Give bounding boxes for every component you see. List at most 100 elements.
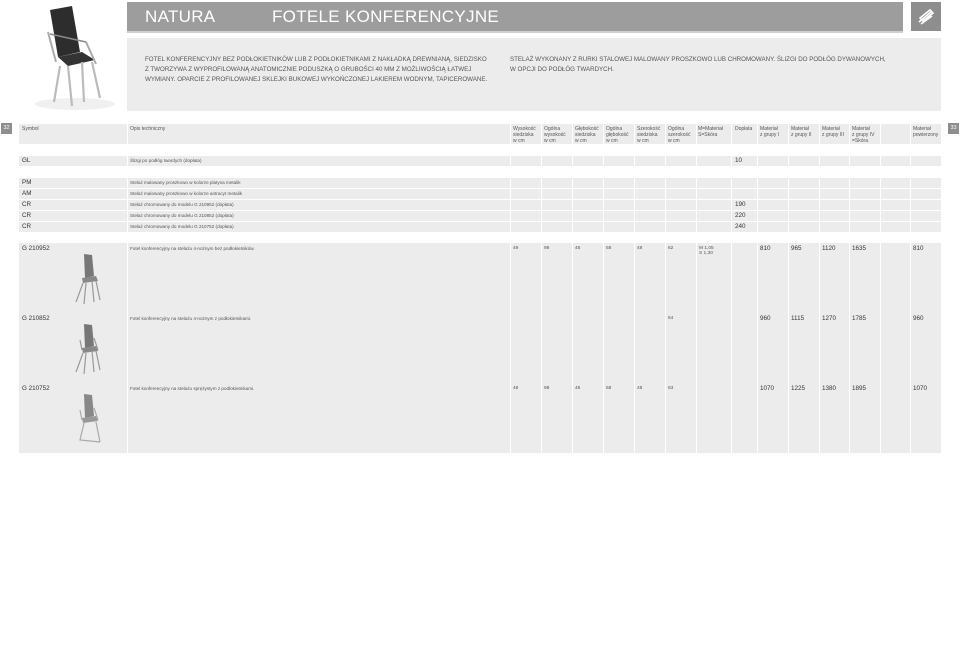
column-separator bbox=[757, 124, 758, 454]
product-symbol: G 210852 bbox=[22, 315, 50, 322]
total-width: 62 bbox=[668, 246, 674, 251]
col-total-depth: Ogólna głębokość w cm bbox=[606, 126, 629, 144]
total-height: 98 bbox=[544, 386, 550, 391]
seat-width: 48 bbox=[637, 386, 643, 391]
column-separator bbox=[541, 124, 542, 454]
price-group-1: 1070 bbox=[760, 385, 775, 392]
row-symbol: CR bbox=[22, 223, 32, 230]
column-separator bbox=[731, 124, 732, 454]
chair-icon bbox=[70, 322, 106, 376]
price-group-4: 1635 bbox=[852, 245, 867, 252]
row-description: Stelaż chromowany do modelu G 210952 (do… bbox=[130, 202, 234, 207]
col-group-2: Materiał z grupy II bbox=[791, 126, 812, 138]
seat-width: 48 bbox=[637, 246, 643, 251]
series-title: NATURA bbox=[145, 7, 216, 26]
row-symbol: AM bbox=[22, 190, 32, 197]
column-separator bbox=[634, 124, 635, 454]
col-seat-height: Wysokość siedziska w cm bbox=[513, 126, 536, 144]
seat-depth: 45 bbox=[575, 386, 581, 391]
price-supplied: 810 bbox=[913, 245, 924, 252]
column-separator bbox=[510, 124, 511, 454]
description-right: STELAŻ WYKONANY Z RURKI STALOWEJ MALOWAN… bbox=[510, 55, 910, 75]
column-separator bbox=[849, 124, 850, 454]
col-surcharge: Dopłata bbox=[735, 126, 753, 132]
row-symbol: CR bbox=[22, 201, 32, 208]
chair-icon bbox=[70, 252, 106, 306]
header-divider bbox=[127, 31, 903, 33]
row-description: Ślizgi po podłóg twardych (dopłata) bbox=[130, 158, 202, 163]
seat-depth: 45 bbox=[575, 246, 581, 251]
col-supplied-material: Materiał powierzony bbox=[913, 126, 939, 138]
column-separator bbox=[819, 124, 820, 454]
product-row bbox=[19, 383, 941, 453]
column-separator bbox=[665, 124, 666, 454]
material-leather-factor: M 1,05 S 1,30 bbox=[699, 246, 714, 256]
desc-line: Z TWORZYWA Z WYPROFILOWANĄ ANATOMICZNIE … bbox=[145, 66, 472, 73]
col-group-3: Materiał z grupy III bbox=[822, 126, 844, 138]
total-height: 98 bbox=[544, 246, 550, 251]
logo-badge bbox=[911, 2, 941, 31]
row-description: Stelaż malowany proszkowo w kolorze plat… bbox=[130, 180, 241, 185]
col-description: Opis techniczny bbox=[130, 126, 166, 132]
price-group-2: 1115 bbox=[791, 315, 805, 322]
column-separator bbox=[572, 124, 573, 454]
desc-line: W OPCJI DO PODŁÓG TWARDYCH. bbox=[510, 66, 614, 73]
price-group-4: 1785 bbox=[852, 315, 867, 322]
product-description: Fotel konferencyjny na stelażu sprężysty… bbox=[130, 386, 255, 391]
price-group-2: 965 bbox=[791, 245, 802, 252]
col-group-4: Materiał z grupy IV =Skóra bbox=[852, 126, 875, 144]
row-description: Stelaż chromowany do modelu G 210752 (do… bbox=[130, 224, 234, 229]
desc-line: FOTEL KONFERENCYJNY BEZ PODŁOKIETNIKÓW L… bbox=[145, 56, 487, 63]
column-separator bbox=[127, 124, 128, 454]
col-total-height: Ogólna wysokość w cm bbox=[544, 126, 566, 144]
column-separator bbox=[788, 124, 789, 454]
desc-line: STELAŻ WYKONANY Z RURKI STALOWEJ MALOWAN… bbox=[510, 56, 886, 63]
row-symbol: PM bbox=[22, 179, 32, 186]
chair-icon bbox=[70, 392, 106, 446]
row-symbol: GL bbox=[22, 157, 31, 164]
product-row bbox=[19, 243, 941, 313]
product-description: Fotel konferencyjny na stelażu 4-nożnym … bbox=[130, 246, 255, 251]
col-total-width: Ogólna szerokość w cm bbox=[668, 126, 691, 144]
col-symbol: Symbol bbox=[22, 126, 39, 132]
price-group-1: 960 bbox=[760, 315, 771, 322]
s-logo-icon bbox=[918, 8, 935, 25]
seat-height: 49 bbox=[513, 246, 519, 251]
column-separator bbox=[880, 124, 881, 454]
hero-chair-image bbox=[20, 2, 120, 112]
total-width: 63 bbox=[668, 386, 674, 391]
col-group-1: Materiał z grupy I bbox=[760, 126, 780, 138]
row-surcharge: 220 bbox=[735, 212, 746, 219]
price-group-3: 1270 bbox=[822, 315, 837, 322]
page-number-right: 33 bbox=[948, 123, 959, 134]
price-group-4: 1895 bbox=[852, 385, 867, 392]
row-surcharge: 190 bbox=[735, 201, 746, 208]
product-row bbox=[19, 313, 941, 383]
row-symbol: CR bbox=[22, 212, 32, 219]
row-description: Stelaż chromowany do modelu G 210852 (do… bbox=[130, 213, 234, 218]
header-bar bbox=[127, 2, 903, 31]
row-description: Stelaż malowany proszkowo w kolorze antr… bbox=[130, 191, 243, 196]
price-supplied: 1070 bbox=[913, 385, 928, 392]
column-separator bbox=[910, 124, 911, 454]
row-surcharge: 240 bbox=[735, 223, 746, 230]
total-depth: 58 bbox=[606, 386, 612, 391]
product-symbol: G 210752 bbox=[22, 385, 50, 392]
page-number-left: 32 bbox=[1, 123, 12, 134]
col-material-leather: M=Materiał S=Skóra bbox=[698, 126, 723, 138]
desc-line: WYMIANY. OPARCIE Z PROFILOWANEJ SKLEJKI … bbox=[145, 76, 488, 83]
column-separator bbox=[696, 124, 697, 454]
col-seat-depth: Głębokość siedziska w cm bbox=[575, 126, 599, 144]
row-surcharge: 10 bbox=[735, 157, 743, 164]
total-width: 64 bbox=[668, 316, 674, 321]
price-group-2: 1225 bbox=[791, 385, 806, 392]
price-group-1: 810 bbox=[760, 245, 771, 252]
price-supplied: 960 bbox=[913, 315, 924, 322]
category-title: FOTELE KONFERENCYJNE bbox=[272, 7, 500, 26]
seat-height: 48 bbox=[513, 386, 519, 391]
total-depth: 58 bbox=[606, 246, 612, 251]
product-symbol: G 210952 bbox=[22, 245, 50, 252]
description-left: FOTEL KONFERENCYJNY BEZ PODŁOKIETNIKÓW L… bbox=[145, 55, 495, 85]
column-separator bbox=[603, 124, 604, 454]
price-group-3: 1380 bbox=[822, 385, 837, 392]
